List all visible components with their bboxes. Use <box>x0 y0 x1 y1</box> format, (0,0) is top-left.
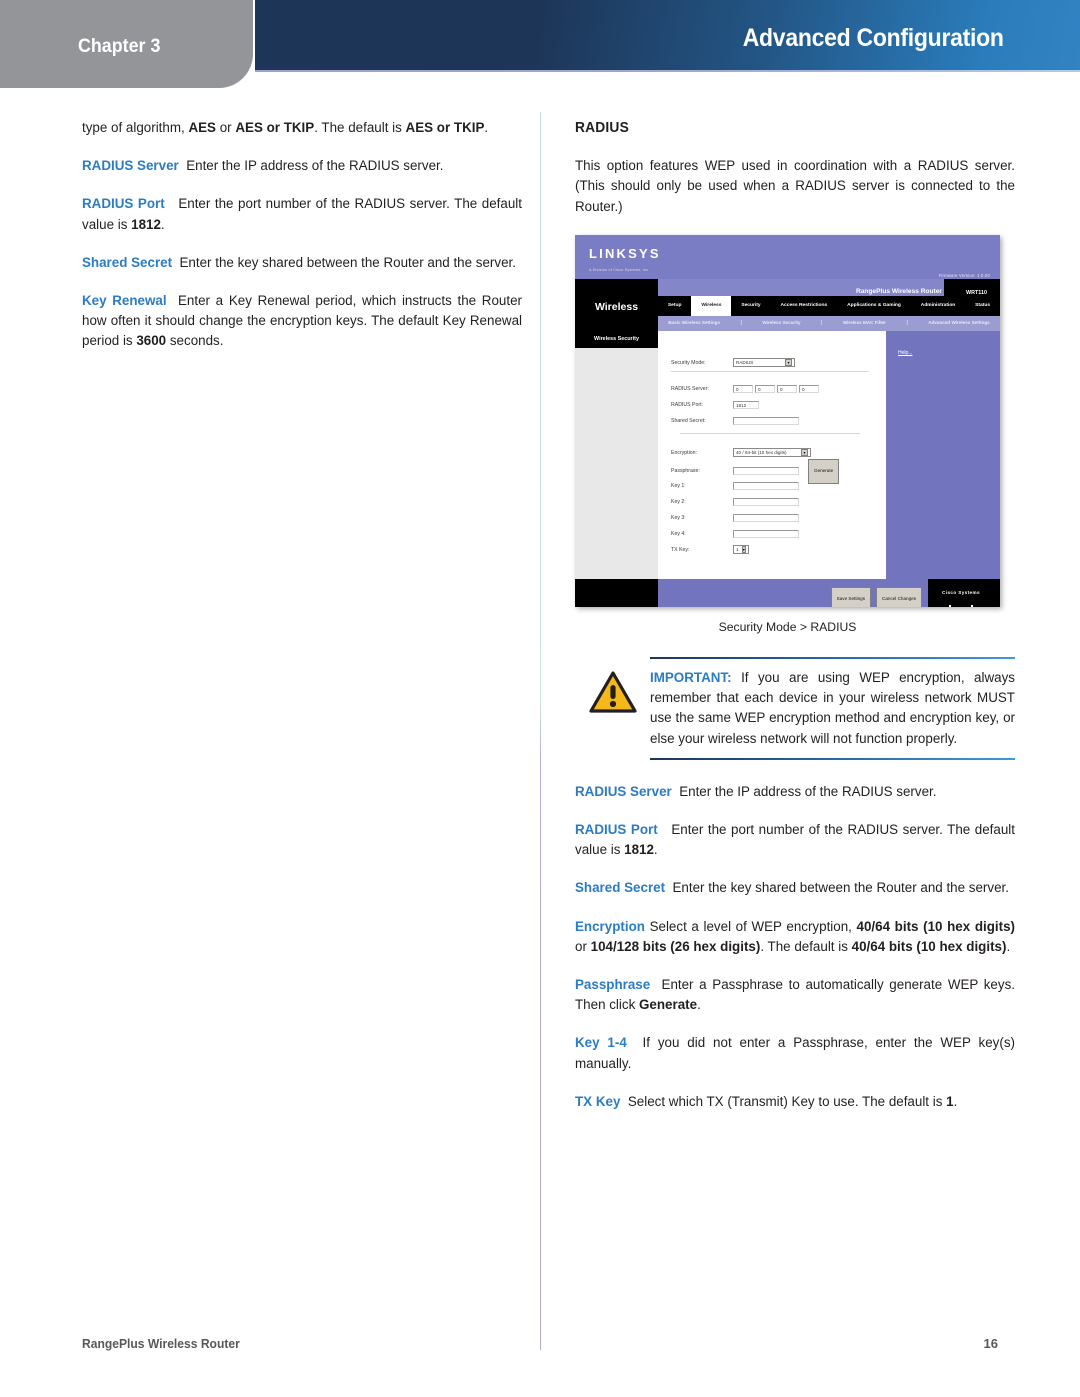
cancel-changes-button[interactable]: Cancel Changes <box>876 586 922 607</box>
callout-text: IMPORTANT: If you are using WEP encrypti… <box>650 668 1015 749</box>
column-divider <box>540 112 541 1350</box>
page-header: Advanced Configuration Chapter 3 <box>0 0 1080 92</box>
paragraph-radius-port-2: RADIUS Port Enter the port number of the… <box>575 822 1015 858</box>
important-callout: IMPORTANT: If you are using WEP encrypti… <box>575 657 1015 760</box>
tab-status[interactable]: Status <box>965 303 1000 309</box>
chapter-label: Chapter 3 <box>78 36 161 57</box>
cisco-systems-logo-text: Cisco Systems <box>942 589 980 595</box>
paragraph-passphrase: Passphrase Enter a Passphrase to automat… <box>575 977 1015 1013</box>
input-radius-server-octet-2[interactable]: 0 <box>755 384 775 393</box>
cisco-bridge-icon <box>930 604 992 607</box>
save-settings-button[interactable]: Save Settings <box>830 586 872 607</box>
paragraph-radius-server-2: RADIUS Server Enter the IP address of th… <box>575 783 937 799</box>
callout-bottom-rule <box>650 757 1015 760</box>
chevron-down-icon: ▾ <box>785 359 792 367</box>
router-footer-buttons[interactable]: Save Settings Cancel Changes <box>830 586 922 607</box>
input-shared-secret[interactable] <box>733 416 799 425</box>
tab-access-restrictions[interactable]: Access Restrictions <box>771 303 838 309</box>
paragraph-encryption: Encryption Select a level of WEP encrypt… <box>575 918 1015 954</box>
linksys-logo-subtitle: A Division of Cisco Systems, Inc. <box>589 267 650 272</box>
footer-document-name: RangePlus Wireless Router <box>82 1336 240 1351</box>
input-radius-port[interactable]: 1812 <box>733 400 759 409</box>
router-help-panel: Help... <box>886 330 1000 579</box>
chevron-down-icon: ▾ <box>741 546 746 554</box>
paragraph-shared-secret: Shared Secret Enter the key shared betwe… <box>82 254 516 270</box>
select-encryption[interactable]: 40 / 64-bit (10 hex digits) ▾ <box>733 448 811 458</box>
field-shared-secret[interactable]: Shared Secret: <box>671 411 799 431</box>
input-radius-server-octet-1[interactable]: 0 <box>733 384 753 393</box>
input-passphrase[interactable] <box>733 467 799 476</box>
paragraph-shared-secret-2: Shared Secret Enter the key shared betwe… <box>575 880 1009 896</box>
tab-setup[interactable]: Setup <box>658 303 691 309</box>
tab-security[interactable]: Security <box>731 303 770 309</box>
select-tx-key-value: 1 <box>736 546 739 552</box>
paragraph-key-renewal: Key Renewal Enter a Key Renewal period, … <box>82 293 522 349</box>
field-tx-key[interactable]: TX Key: 1 ▾ <box>671 540 749 560</box>
input-radius-server-octet-3[interactable]: 0 <box>777 384 797 393</box>
router-form-panel: Security Mode: RADIUS ▾ RADIUS Server: 0… <box>658 330 886 579</box>
figure-caption: Security Mode > RADIUS <box>718 619 857 634</box>
section-heading-radius: RADIUS <box>575 120 629 136</box>
generate-button[interactable]: Generate <box>808 458 840 485</box>
cisco-systems-logo: Cisco Systems <box>930 583 992 607</box>
router-sidebar-heading: Wireless Security <box>575 330 658 348</box>
paragraph-algorithm: type of algorithm, AES or AES or TKIP. T… <box>82 120 489 135</box>
select-security-mode[interactable]: RADIUS ▾ <box>733 358 795 368</box>
router-sidebar <box>575 330 658 579</box>
input-key-4[interactable] <box>733 529 799 538</box>
help-link[interactable]: Help... <box>898 343 912 363</box>
router-section-title: Wireless <box>594 300 639 313</box>
select-tx-key[interactable]: 1 ▾ <box>733 545 749 555</box>
paragraph-radius-server: RADIUS Server Enter the IP address of th… <box>82 158 444 174</box>
figure-security-mode-radius: LINKSYS A Division of Cisco Systems, Inc… <box>575 234 1015 607</box>
input-key-3[interactable] <box>733 513 799 522</box>
callout-label: IMPORTANT: <box>650 670 732 686</box>
right-column: RADIUS This option features WEP used in … <box>575 118 1015 1112</box>
input-key-2[interactable] <box>733 497 799 506</box>
footer-page-number: 16 <box>983 1336 998 1351</box>
label-tx-key: TX Key: <box>671 546 690 553</box>
form-divider <box>671 370 869 372</box>
form-divider <box>680 432 860 434</box>
input-radius-server-octet-4[interactable]: 0 <box>799 384 819 393</box>
page-title: Advanced Configuration <box>743 24 1004 52</box>
input-key-1[interactable] <box>733 481 799 490</box>
paragraph-tx-key: TX Key Select which TX (Transmit) Key to… <box>575 1093 958 1109</box>
tab-administration[interactable]: Administration <box>911 303 965 309</box>
warning-triangle-icon <box>575 668 650 714</box>
left-column: type of algorithm, AES or AES or TKIP. T… <box>82 118 522 352</box>
router-sub-tabs[interactable]: Basic Wireless Settings | Wireless Secur… <box>658 315 1000 331</box>
router-admin-screenshot: LINKSYS A Division of Cisco Systems, Inc… <box>575 234 1000 607</box>
paragraph-key-1-4: Key 1-4 If you did not enter a Passphras… <box>575 1035 1015 1071</box>
paragraph-radius-port: RADIUS Port Enter the port number of the… <box>82 196 522 232</box>
paragraph-radius-intro: This option features WEP used in coordin… <box>575 158 1015 214</box>
chevron-down-icon: ▾ <box>801 449 808 457</box>
tab-applications-gaming[interactable]: Applications & Gaming <box>837 303 911 309</box>
header-banner-underline <box>255 70 1080 72</box>
label-shared-secret: Shared Secret: <box>671 417 706 424</box>
router-brand-bar: LINKSYS A Division of Cisco Systems, Inc… <box>575 234 1000 279</box>
